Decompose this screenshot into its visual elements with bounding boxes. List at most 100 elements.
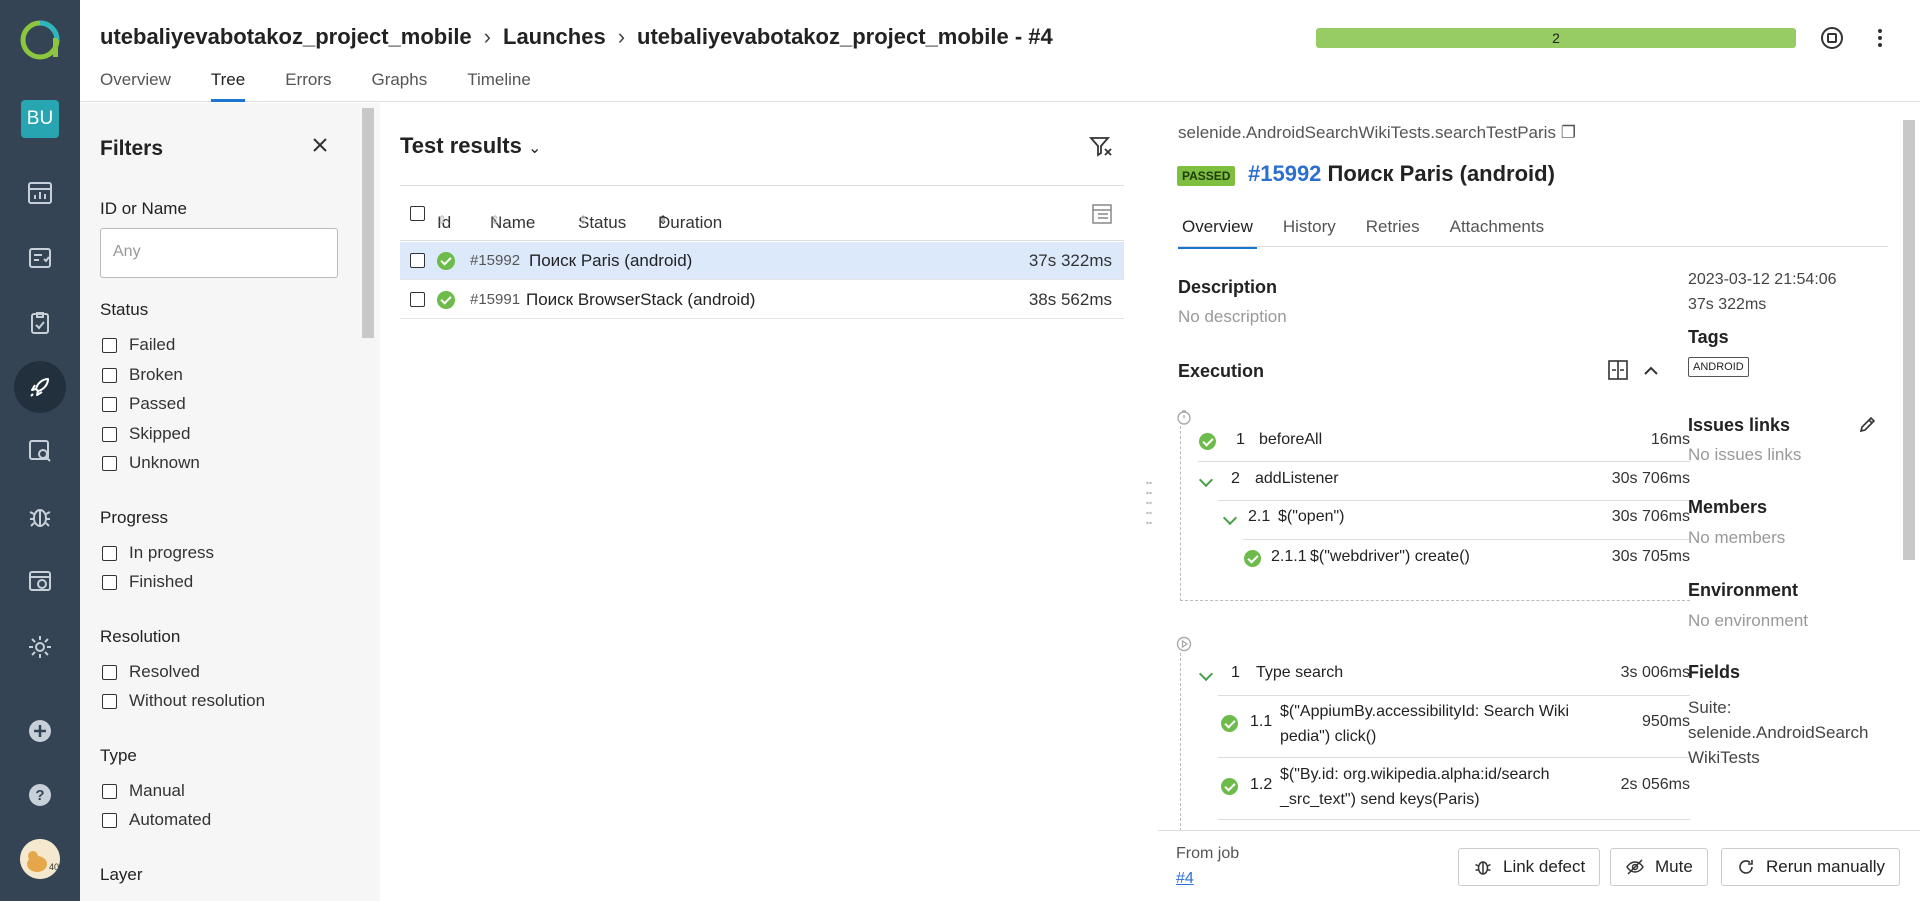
step-name[interactable]: beforeAll <box>1259 431 1322 449</box>
filter-type-automated[interactable]: Automated <box>102 810 211 830</box>
close-icon[interactable] <box>310 135 330 155</box>
analytics-search-icon[interactable] <box>20 431 60 471</box>
step-name[interactable]: $("open") <box>1278 508 1345 526</box>
rerun-manually-button[interactable]: Rerun manually <box>1721 848 1901 886</box>
filter-status-failed[interactable]: Failed <box>102 335 175 355</box>
expand-steps-icon[interactable] <box>1606 358 1630 382</box>
test-title: #15992 Поиск Paris (android) <box>1248 161 1555 186</box>
step-name[interactable]: addListener <box>1255 470 1339 488</box>
environment-value: No environment <box>1688 611 1809 630</box>
filter-resolution-resolved[interactable]: Resolved <box>102 662 200 682</box>
step-name[interactable]: Type search <box>1256 664 1343 682</box>
detail-scrollbar[interactable] <box>1903 108 1915 894</box>
tab-tree[interactable]: Tree <box>210 70 246 102</box>
step-name[interactable]: $("AppiumBy.accessibilityId: Search Wiki… <box>1280 699 1569 749</box>
clear-filter-icon[interactable] <box>1088 133 1114 159</box>
page-header: utebaliyevabotakoz_project_mobile › Laun… <box>80 0 1920 102</box>
checkbox[interactable] <box>102 574 117 590</box>
refresh-icon <box>1739 860 1753 874</box>
mute-button[interactable]: Mute <box>1610 848 1708 886</box>
tab-overview[interactable]: Overview <box>1178 217 1257 249</box>
passed-step-icon <box>1199 433 1216 450</box>
row-checkbox[interactable] <box>410 253 425 268</box>
tags-label: Tags <box>1688 327 1729 347</box>
step-name[interactable]: $("By.id: org.wikipedia.alpha:id/search _… <box>1280 762 1550 812</box>
panel-resize-handle[interactable] <box>1140 103 1158 901</box>
scrollbar-thumb[interactable] <box>362 108 374 338</box>
checkbox[interactable] <box>102 455 117 471</box>
test-results-title[interactable]: Test results ⌄ <box>400 133 541 159</box>
members-value: No members <box>1688 528 1786 547</box>
edit-pencil-icon[interactable] <box>1858 414 1878 434</box>
checkbox[interactable] <box>102 367 117 383</box>
tab-overview[interactable]: Overview <box>100 70 171 102</box>
filter-type-manual[interactable]: Manual <box>102 781 185 801</box>
filter-resolution-without[interactable]: Without resolution <box>102 691 265 711</box>
status-badge: PASSED <box>1177 166 1236 186</box>
tab-timeline[interactable]: Timeline <box>467 70 531 102</box>
row-id: #15991 <box>470 291 521 308</box>
tab-errors[interactable]: Errors <box>285 70 331 102</box>
allure-logo-icon[interactable] <box>20 20 60 60</box>
stop-launch-icon[interactable] <box>1818 24 1846 52</box>
scrollbar-thumb[interactable] <box>1903 120 1915 560</box>
step-name[interactable]: $("webdriver") create() <box>1310 548 1470 566</box>
checkbox[interactable] <box>102 396 117 412</box>
user-avatar[interactable]: 40 <box>20 839 60 879</box>
chevron-up-icon[interactable] <box>1642 362 1660 380</box>
chevron-down-icon[interactable] <box>1198 472 1214 488</box>
table-row[interactable]: #15992 Поиск Paris (android) 37s 322ms <box>400 242 1124 280</box>
tab-history[interactable]: History <box>1279 217 1340 249</box>
filter-status-skipped[interactable]: Skipped <box>102 424 190 444</box>
checkbox[interactable] <box>102 545 117 561</box>
launch-progress-bar: 2 <box>1316 28 1796 48</box>
chevron-down-icon[interactable] <box>1198 666 1214 682</box>
resolution-label: Resolution <box>100 627 181 646</box>
checkbox[interactable] <box>102 426 117 442</box>
breadcrumb-project[interactable]: utebaliyevabotakoz_project_mobile <box>100 24 472 50</box>
progress-label: Progress <box>100 508 169 527</box>
checkbox[interactable] <box>102 693 117 709</box>
checkbox[interactable] <box>102 664 117 680</box>
launches-rocket-icon[interactable] <box>14 361 66 413</box>
from-job-link[interactable]: #4 <box>1176 870 1194 888</box>
filters-scrollbar[interactable] <box>362 108 374 894</box>
checkbox[interactable] <box>102 783 117 799</box>
breadcrumb-separator-icon: › <box>617 24 626 49</box>
filter-status-broken[interactable]: Broken <box>102 365 183 385</box>
test-plans-icon[interactable] <box>20 303 60 343</box>
add-plus-icon[interactable] <box>20 711 60 751</box>
filter-status-unknown[interactable]: Unknown <box>102 453 200 473</box>
tab-retries[interactable]: Retries <box>1362 217 1424 249</box>
project-avatar[interactable]: BU <box>21 100 59 138</box>
layer-label: Layer <box>100 865 143 884</box>
filter-progress-finished[interactable]: Finished <box>102 572 193 592</box>
test-result-detail: selenide.AndroidSearchWikiTests.searchTe… <box>1158 103 1920 901</box>
chevron-down-icon: ⌄ <box>527 140 542 157</box>
jobs-icon[interactable] <box>20 561 60 601</box>
dashboards-icon[interactable] <box>20 173 60 213</box>
checkbox[interactable] <box>102 812 117 828</box>
tab-graphs[interactable]: Graphs <box>371 70 427 102</box>
select-all-checkbox[interactable] <box>410 205 425 221</box>
row-checkbox[interactable] <box>410 292 425 307</box>
tab-attachments[interactable]: Attachments <box>1446 217 1549 249</box>
svg-text:40: 40 <box>49 862 59 872</box>
description-value: No description <box>1178 307 1287 326</box>
checkbox[interactable] <box>102 337 117 353</box>
more-menu-icon[interactable] <box>1866 24 1894 52</box>
copy-icon[interactable]: ❐ <box>1561 123 1576 142</box>
column-settings-icon[interactable] <box>1090 202 1114 226</box>
table-row[interactable]: #15991 Поиск BrowserStack (android) 38s … <box>400 281 1124 319</box>
link-defect-button[interactable]: Link defect <box>1458 848 1601 886</box>
environment-label: Environment <box>1688 580 1799 600</box>
id-name-input[interactable]: Any <box>100 228 338 278</box>
filter-status-passed[interactable]: Passed <box>102 394 186 414</box>
defects-bug-icon[interactable] <box>20 496 60 536</box>
filter-progress-in-progress[interactable]: In progress <box>102 543 214 563</box>
chevron-down-icon[interactable] <box>1222 510 1238 526</box>
help-question-icon[interactable]: ? <box>20 775 60 815</box>
test-cases-icon[interactable] <box>20 238 60 278</box>
settings-gear-icon[interactable] <box>20 627 60 667</box>
breadcrumb-launches[interactable]: Launches <box>503 24 606 50</box>
